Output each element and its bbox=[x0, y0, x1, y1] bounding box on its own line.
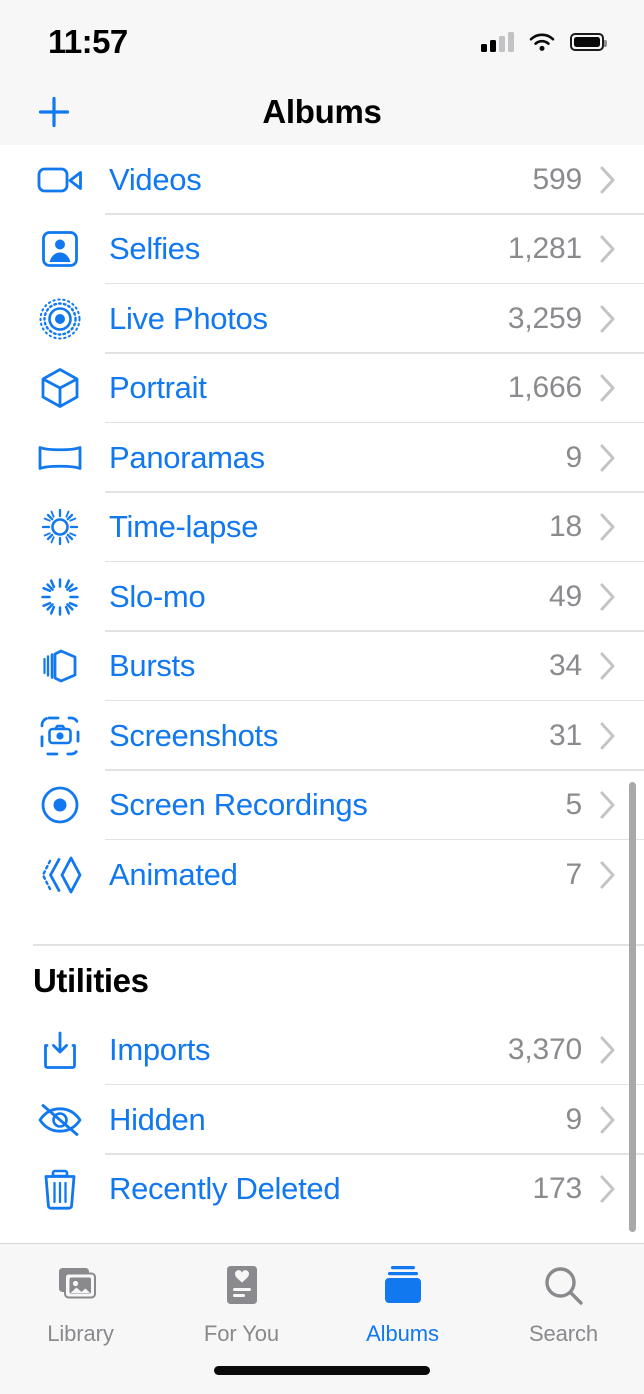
chevron-right-icon bbox=[600, 513, 616, 541]
row-label: Screenshots bbox=[109, 717, 279, 753]
panorama-icon bbox=[33, 433, 87, 483]
tab-search[interactable]: Search bbox=[483, 1260, 644, 1347]
row-count: 49 bbox=[549, 579, 582, 613]
chevron-right-icon bbox=[600, 235, 616, 263]
row-count: 9 bbox=[565, 1102, 583, 1136]
live-photo-icon bbox=[33, 294, 87, 344]
row-count: 173 bbox=[532, 1172, 583, 1206]
wifi-icon bbox=[529, 33, 555, 51]
chevron-right-icon bbox=[600, 722, 616, 750]
animated-icon bbox=[33, 850, 87, 900]
eye-slash-icon bbox=[33, 1095, 87, 1145]
section-header-utilities: Utilities bbox=[0, 945, 644, 1016]
magnifier-icon bbox=[542, 1260, 586, 1312]
vertical-scrollbar[interactable] bbox=[629, 782, 636, 1232]
tab-label: Albums bbox=[366, 1321, 439, 1346]
row-label: Portrait bbox=[109, 370, 207, 406]
row-count: 599 bbox=[532, 162, 583, 196]
row-count: 18 bbox=[549, 510, 582, 544]
cellular-signal-icon bbox=[481, 32, 514, 52]
status-bar: 11:57 bbox=[0, 0, 644, 78]
photos-library-icon bbox=[56, 1260, 106, 1312]
plus-icon bbox=[38, 96, 70, 127]
chevron-right-icon bbox=[600, 166, 616, 194]
chevron-right-icon bbox=[600, 444, 616, 472]
row-count: 5 bbox=[565, 788, 583, 822]
section-divider bbox=[0, 909, 644, 946]
chevron-right-icon bbox=[600, 791, 616, 819]
row-label: Animated bbox=[109, 856, 238, 892]
battery-icon bbox=[570, 33, 607, 51]
person-portrait-icon bbox=[33, 224, 87, 274]
timelapse-icon bbox=[33, 502, 87, 552]
for-you-icon bbox=[221, 1260, 263, 1312]
row-label: Hidden bbox=[109, 1101, 206, 1137]
chevron-right-icon bbox=[600, 1106, 616, 1134]
row-label: Panoramas bbox=[109, 439, 265, 475]
status-bar-time: 11:57 bbox=[48, 23, 128, 60]
list-row-screenshots[interactable]: Screenshots 31 bbox=[0, 701, 644, 771]
screenshot-icon bbox=[33, 711, 87, 761]
chevron-right-icon bbox=[600, 652, 616, 680]
status-bar-indicators bbox=[481, 32, 607, 52]
import-icon bbox=[33, 1025, 87, 1075]
row-label: Time-lapse bbox=[109, 509, 259, 545]
albums-list[interactable]: Videos 599 Selfies 1,281 Live Photos 3,2… bbox=[0, 145, 644, 1243]
row-label: Videos bbox=[109, 161, 202, 197]
chevron-right-icon bbox=[600, 1175, 616, 1203]
list-row-imports[interactable]: Imports 3,370 bbox=[0, 1015, 644, 1085]
row-label: Recently Deleted bbox=[109, 1171, 341, 1207]
screen-recording-icon bbox=[33, 780, 87, 830]
tab-bar: Library For You Albums Search bbox=[0, 1243, 644, 1394]
row-label: Bursts bbox=[109, 648, 196, 684]
video-camera-icon bbox=[33, 155, 87, 205]
cube-icon bbox=[33, 363, 87, 413]
row-label: Imports bbox=[109, 1032, 211, 1068]
trash-icon bbox=[33, 1164, 87, 1214]
navigation-bar: Albums bbox=[0, 78, 644, 145]
list-row-recently-deleted[interactable]: Recently Deleted 173 bbox=[0, 1154, 644, 1224]
home-indicator bbox=[214, 1366, 430, 1375]
row-count: 34 bbox=[549, 649, 582, 683]
page-title: Albums bbox=[262, 92, 382, 130]
list-row-bursts[interactable]: Bursts 34 bbox=[0, 631, 644, 701]
list-row-time-lapse[interactable]: Time-lapse 18 bbox=[0, 492, 644, 562]
row-count: 7 bbox=[565, 857, 583, 891]
albums-icon bbox=[378, 1260, 428, 1312]
row-count: 31 bbox=[549, 718, 582, 752]
list-row-portrait[interactable]: Portrait 1,666 bbox=[0, 353, 644, 423]
add-album-button[interactable] bbox=[30, 88, 78, 136]
row-count: 1,281 bbox=[507, 232, 582, 266]
tab-label: For You bbox=[203, 1321, 280, 1346]
list-row-slo-mo[interactable]: Slo-mo 49 bbox=[0, 562, 644, 632]
row-count: 9 bbox=[565, 440, 583, 474]
tab-for-you[interactable]: For You bbox=[161, 1260, 322, 1347]
list-row-panoramas[interactable]: Panoramas 9 bbox=[0, 423, 644, 493]
tab-library[interactable]: Library bbox=[0, 1260, 161, 1347]
bursts-icon bbox=[33, 641, 87, 691]
tab-label: Search bbox=[528, 1321, 599, 1346]
chevron-right-icon bbox=[600, 305, 616, 333]
photos-albums-screen: 11:57 Albums Videos 599 Selfies 1,281 Li… bbox=[0, 0, 644, 1394]
row-label: Selfies bbox=[109, 231, 200, 267]
list-row-animated[interactable]: Animated 7 bbox=[0, 840, 644, 910]
list-row-videos[interactable]: Videos 599 bbox=[0, 145, 644, 215]
tab-albums[interactable]: Albums bbox=[322, 1260, 483, 1347]
row-count: 3,259 bbox=[507, 301, 582, 335]
chevron-right-icon bbox=[600, 861, 616, 889]
chevron-right-icon bbox=[600, 1036, 616, 1064]
row-label: Slo-mo bbox=[109, 578, 206, 614]
row-count: 1,666 bbox=[507, 371, 582, 405]
chevron-right-icon bbox=[600, 583, 616, 611]
list-row-live-photos[interactable]: Live Photos 3,259 bbox=[0, 284, 644, 354]
row-label: Screen Recordings bbox=[109, 787, 368, 823]
list-row-selfies[interactable]: Selfies 1,281 bbox=[0, 214, 644, 284]
chevron-right-icon bbox=[600, 374, 616, 402]
list-row-screen-recordings[interactable]: Screen Recordings 5 bbox=[0, 770, 644, 840]
list-row-hidden[interactable]: Hidden 9 bbox=[0, 1085, 644, 1155]
row-label: Live Photos bbox=[109, 300, 268, 336]
slomo-icon bbox=[33, 572, 87, 622]
row-count: 3,370 bbox=[507, 1033, 582, 1067]
tab-label: Library bbox=[47, 1321, 114, 1346]
